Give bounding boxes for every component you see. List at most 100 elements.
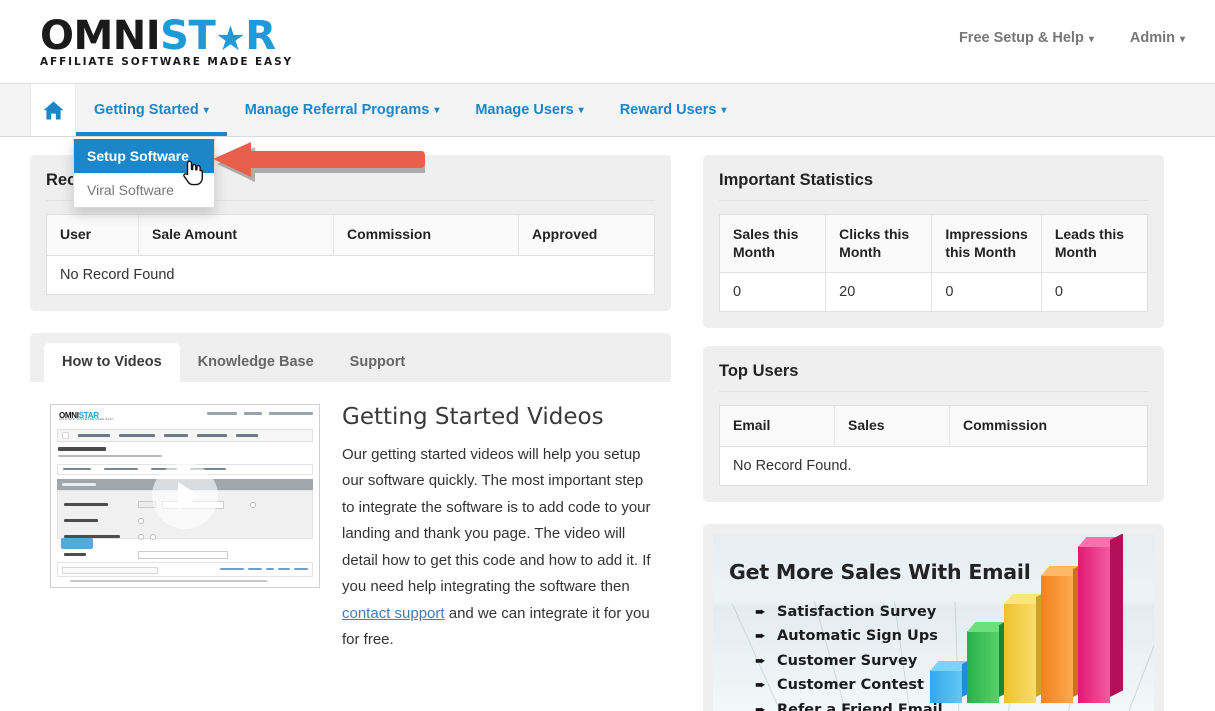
nav-item-reward-users[interactable]: Reward Users ▾ — [602, 84, 745, 136]
site-header: OMNIST★R AFFILIATE SOFTWARE MADE EASY Fr… — [0, 0, 1215, 84]
chart-bar-1 — [930, 670, 962, 703]
help-tabs-card: How to Videos Knowledge Base Support OMN… — [30, 333, 671, 702]
arrow-bullet-icon: ➨ — [755, 604, 777, 620]
table-header-row: Email Sales Commission — [720, 406, 1148, 447]
logo-text-st: ST — [160, 13, 215, 59]
recent-conversions-table: User Sale Amount Commission Approved No … — [46, 214, 655, 295]
column-header-sales: Sales — [835, 406, 950, 447]
topnav-label-free-setup-help: Free Setup & Help — [959, 30, 1084, 46]
star-icon: ★ — [215, 19, 245, 59]
column-header-impressions-this-month: Impressions this Month — [932, 215, 1041, 273]
panel-title-top-users: Top Users — [719, 362, 1148, 392]
chart-bar-5 — [1078, 546, 1110, 703]
thumb-mock-footer — [57, 562, 313, 577]
value-sales-this-month: 0 — [720, 273, 826, 312]
important-statistics-panel: Important Statistics Sales this Month Cl… — [703, 155, 1164, 328]
nav-item-manage-users[interactable]: Manage Users▾ — [457, 84, 601, 136]
chevron-down-icon: ▾ — [434, 105, 439, 116]
promo-item-label: Refer a Friend Email — [777, 702, 943, 711]
table-header-row: User Sale Amount Commission Approved — [47, 215, 655, 256]
panel-title-important-statistics: Important Statistics — [719, 171, 1148, 201]
video-thumbnail[interactable]: OMNISTAR AFFILIATE SOFTWARE MADE EASY — [50, 404, 320, 588]
nav-item-getting-started[interactable]: Getting Started▾ — [76, 84, 227, 136]
tab-how-to-videos[interactable]: How to Videos — [44, 343, 180, 382]
promo-item-label: Automatic Sign Ups — [777, 628, 938, 644]
logo-text-r: R — [245, 13, 275, 59]
chart-bar-3 — [1004, 603, 1036, 703]
table-header-row: Sales this Month Clicks this Month Impre… — [720, 215, 1148, 273]
column-header-clicks-this-month: Clicks this Month — [826, 215, 932, 273]
nav-label-manage-referral-programs: Manage Referral Programs — [245, 102, 430, 118]
chevron-down-icon: ▾ — [1089, 34, 1094, 45]
column-header-user: User — [47, 215, 139, 256]
tab-knowledge-base[interactable]: Knowledge Base — [180, 343, 332, 382]
video-copy: Getting Started Videos Our getting start… — [342, 404, 651, 676]
column-header-approved: Approved — [519, 215, 655, 256]
pointing-hand-cursor — [181, 160, 203, 191]
column-header-sale-amount: Sale Amount — [139, 215, 334, 256]
column-header-commission: Commission — [334, 215, 519, 256]
chart-bar-4 — [1041, 575, 1073, 703]
value-clicks-this-month: 20 — [826, 273, 932, 312]
chevron-down-icon: ▾ — [1180, 34, 1185, 45]
video-body-part-1: Our getting started videos will help you… — [342, 446, 651, 596]
dashboard-page: OMNIST★R AFFILIATE SOFTWARE MADE EASY Fr… — [0, 0, 1215, 711]
column-header-sales-this-month: Sales this Month — [720, 215, 826, 273]
empty-state-text: No Record Found — [47, 255, 655, 294]
chart-bar-2 — [967, 631, 999, 703]
promo-item-label: Satisfaction Survey — [777, 604, 936, 620]
top-utility-nav: Free Setup & Help ▾ Admin ▾ — [959, 30, 1185, 46]
thumb-mock-submit-button — [61, 538, 93, 549]
nav-item-manage-referral-programs[interactable]: Manage Referral Programs ▾ — [227, 84, 458, 136]
arrow-bullet-icon: ➨ — [755, 628, 777, 644]
promo-feature-list: ➨ Satisfaction Survey ➨ Automatic Sign U… — [755, 600, 943, 711]
thumb-mock-logo-tagline: AFFILIATE SOFTWARE MADE EASY — [59, 418, 114, 421]
thumb-mock-subtext — [58, 455, 162, 458]
nav-label-reward-users: Reward Users — [620, 102, 717, 118]
topnav-label-admin: Admin — [1130, 30, 1175, 46]
list-item: ➨ Satisfaction Survey — [755, 600, 943, 625]
chevron-down-icon: ▾ — [579, 105, 584, 116]
page-content: Recent Conversions User Sale Amount Comm… — [0, 137, 1215, 711]
value-leads-this-month: 0 — [1041, 273, 1147, 312]
arrow-bullet-icon: ➨ — [755, 702, 777, 711]
home-icon — [43, 101, 64, 120]
promo-item-label: Customer Contest — [777, 677, 924, 693]
value-impressions-this-month: 0 — [932, 273, 1041, 312]
thumb-mock-nav — [57, 429, 313, 442]
omnistar-logo[interactable]: OMNIST★R AFFILIATE SOFTWARE MADE EASY — [40, 14, 293, 68]
important-statistics-table: Sales this Month Clicks this Month Impre… — [719, 214, 1148, 312]
table-row: No Record Found. — [720, 446, 1148, 485]
tab-bar: How to Videos Knowledge Base Support — [30, 333, 671, 382]
thumb-mock-header: OMNISTAR AFFILIATE SOFTWARE MADE EASY — [51, 405, 319, 427]
play-icon[interactable] — [152, 463, 218, 529]
logo-text-omni: OMNI — [40, 13, 160, 59]
right-column: Important Statistics Sales this Month Cl… — [703, 137, 1164, 711]
list-item: ➨ Refer a Friend Email — [755, 698, 943, 711]
list-item: ➨ Customer Survey — [755, 649, 943, 674]
nav-label-getting-started: Getting Started — [94, 102, 199, 118]
contact-support-link[interactable]: contact support — [342, 605, 445, 622]
column-header-leads-this-month: Leads this Month — [1041, 215, 1147, 273]
chevron-down-icon: ▾ — [721, 105, 726, 116]
left-column: Recent Conversions User Sale Amount Comm… — [30, 137, 671, 711]
promo-item-label: Customer Survey — [777, 653, 917, 669]
tab-panel-how-to-videos: OMNISTAR AFFILIATE SOFTWARE MADE EASY — [30, 382, 671, 702]
empty-state-text: No Record Found. — [720, 446, 1148, 485]
list-item: ➨ Automatic Sign Ups — [755, 624, 943, 649]
nav-item-home[interactable] — [30, 84, 76, 136]
table-row: 0 20 0 0 — [720, 273, 1148, 312]
thumb-mock-topnav — [207, 412, 313, 415]
tab-support[interactable]: Support — [332, 343, 424, 382]
thumb-mock-heading — [58, 447, 106, 451]
promo-banner-inner: Get More Sales With Email ➨ Satisfaction… — [713, 534, 1154, 711]
promo-banner[interactable]: Get More Sales With Email ➨ Satisfaction… — [703, 524, 1164, 711]
main-navigation: Getting Started▾ Manage Referral Program… — [0, 84, 1215, 137]
logo-wordmark: OMNIST★R — [40, 14, 293, 60]
arrow-bullet-icon: ➨ — [755, 677, 777, 693]
red-arrow-annotation — [210, 140, 425, 197]
topnav-item-admin[interactable]: Admin ▾ — [1130, 30, 1185, 46]
topnav-item-free-setup-help[interactable]: Free Setup & Help ▾ — [959, 30, 1094, 46]
list-item: ➨ Customer Contest — [755, 673, 943, 698]
table-row: No Record Found — [47, 255, 655, 294]
